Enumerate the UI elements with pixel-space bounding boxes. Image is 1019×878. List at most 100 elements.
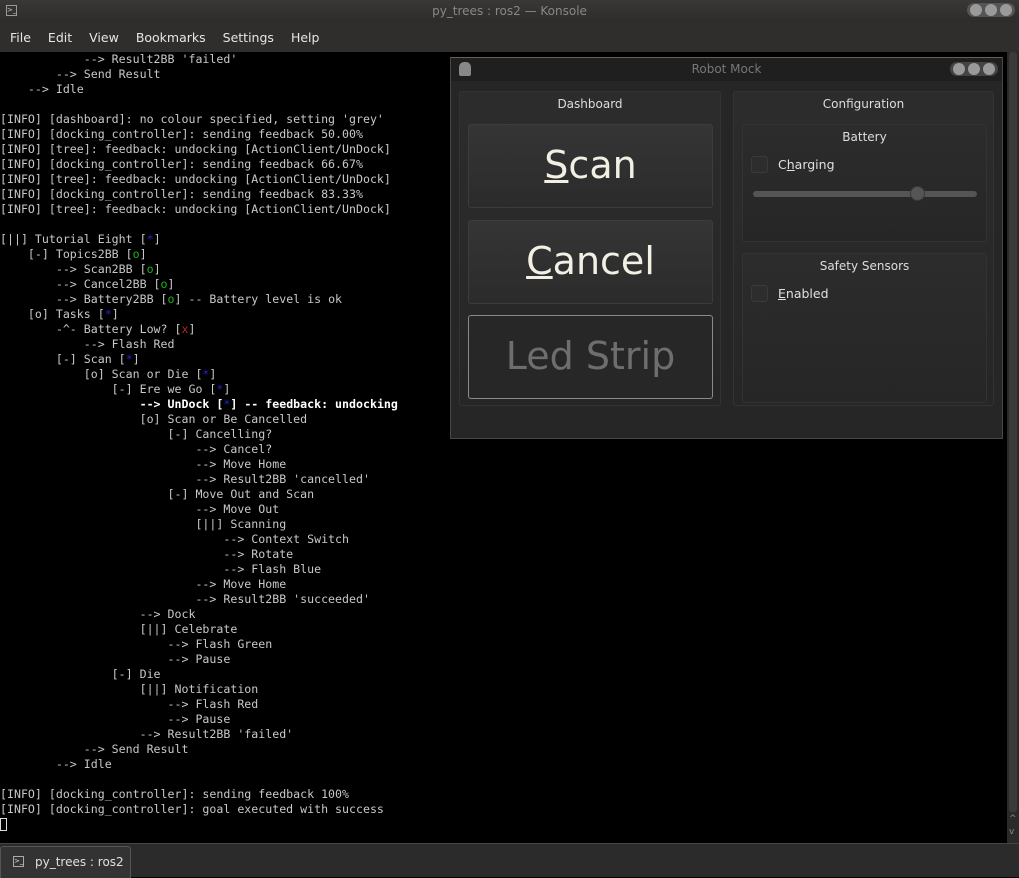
terminal-line: --> Move Home <box>0 577 1007 592</box>
terminal-line: [||] Scanning <box>0 517 1007 532</box>
enabled-checkbox[interactable]: Enabled <box>751 285 829 302</box>
terminal-text: --> Flash Green <box>0 637 273 651</box>
terminal-text: [-] Cancelling? <box>0 427 273 441</box>
terminal-text: [INFO] [docking_controller]: sending fee… <box>0 787 350 801</box>
tab-py-trees-ros2[interactable]: >_ py_trees : ros2 <box>0 846 131 878</box>
menu-edit[interactable]: Edit <box>40 30 80 45</box>
terminal-text: --> Result2BB 'failed' <box>0 52 238 66</box>
menu-view[interactable]: View <box>81 30 127 45</box>
slider-handle[interactable] <box>909 186 925 201</box>
menu-file[interactable]: File <box>2 30 39 45</box>
minimize-button[interactable] <box>953 63 965 75</box>
terminal-text: --> Idle <box>0 757 112 771</box>
terminal-line: [||] Notification <box>0 682 1007 697</box>
robot-icon <box>459 62 471 76</box>
terminal-scrollbar[interactable]: ^ v <box>1007 52 1019 843</box>
terminal-text: ] <box>188 322 196 336</box>
tab-bar: >_ py_trees : ros2 <box>0 843 1019 878</box>
scan-label: can <box>568 143 637 187</box>
menu-help[interactable]: Help <box>283 30 328 45</box>
terminal-text: [-] Topics2BB [ <box>0 247 133 261</box>
terminal-text: --> Flash Red <box>0 697 259 711</box>
terminal-line: --> Move Home <box>0 457 1007 472</box>
maximize-button[interactable] <box>968 63 980 75</box>
terminal-text: --> Send Result <box>0 67 161 81</box>
terminal-line: [||] Celebrate <box>0 622 1007 637</box>
terminal-line: --> Cancel? <box>0 442 1007 457</box>
charging-checkbox[interactable]: Charging <box>751 156 835 173</box>
terminal-text: [||] Celebrate <box>0 622 238 636</box>
led-strip-button[interactable]: Led Strip <box>468 315 713 399</box>
terminal-text: --> Pause <box>0 652 231 666</box>
checkbox-box[interactable] <box>751 285 768 302</box>
terminal-text: --> Result2BB 'failed' <box>0 727 294 741</box>
status-marker: ] -- feedback: undocking <box>230 397 398 411</box>
terminal-text: ] -- Battery level is ok <box>174 292 343 306</box>
menu-bar: File Edit View Bookmarks Settings Help <box>0 22 1019 52</box>
terminal-text: ] <box>153 262 161 276</box>
terminal-line: --> Flash Blue <box>0 562 1007 577</box>
robot-window-controls <box>950 62 998 76</box>
configuration-group: Configuration Battery Charging Safety Se… <box>733 91 994 406</box>
scroll-down-icon[interactable]: v <box>1009 827 1014 837</box>
safety-sensors-group: Safety Sensors Enabled <box>742 253 987 403</box>
terminal-line: --> Flash Red <box>0 697 1007 712</box>
terminal-text: --> Idle <box>0 82 84 96</box>
robot-mock-window: Robot Mock Dashboard Scan Cancel Led Str… <box>450 57 1003 439</box>
terminal-text: ] <box>209 367 217 381</box>
menu-bookmarks[interactable]: Bookmarks <box>128 30 214 45</box>
terminal-text: --> Cancel? <box>0 442 273 456</box>
terminal-line: --> Rotate <box>0 547 1007 562</box>
terminal-text: --> Result2BB 'cancelled' <box>0 472 370 486</box>
checkbox-box[interactable] <box>751 156 768 173</box>
status-marker: * <box>104 307 112 321</box>
terminal-text: [INFO] [tree]: feedback: undocking [Acti… <box>0 172 391 186</box>
terminal-text: [INFO] [docking_controller]: sending fee… <box>0 127 363 141</box>
close-button[interactable] <box>1000 4 1012 16</box>
scrollbar-thumb[interactable] <box>1009 52 1017 812</box>
status-marker: * <box>146 232 154 246</box>
terminal-text: --> Rotate <box>0 547 294 561</box>
terminal-text: [INFO] [docking_controller]: sending fee… <box>0 157 363 171</box>
terminal-line: --> Context Switch <box>0 532 1007 547</box>
terminal-text: [-] Move Out and Scan <box>0 487 315 501</box>
robot-mock-titlebar: Robot Mock <box>451 58 1002 81</box>
terminal-text: [INFO] [docking_controller]: sending fee… <box>0 187 363 201</box>
scroll-up-icon[interactable]: ^ <box>1009 814 1017 824</box>
menu-settings[interactable]: Settings <box>215 30 282 45</box>
terminal-text: [o] Tasks [ <box>0 307 105 321</box>
terminal-text: --> Send Result <box>0 742 189 756</box>
terminal-text: --> Move Home <box>0 577 287 591</box>
terminal-line: --> Flash Green <box>0 637 1007 652</box>
terminal-text: [||] Scanning <box>0 517 287 531</box>
terminal-text: ] <box>139 247 147 261</box>
battery-group: Battery Charging <box>742 124 987 242</box>
terminal-text: [INFO] [docking_controller]: goal execut… <box>0 802 384 816</box>
terminal-text: ] <box>167 277 175 291</box>
terminal-line: [INFO] [docking_controller]: sending fee… <box>0 787 1007 802</box>
enabled-label: Enabled <box>778 286 829 301</box>
robot-mock-title: Robot Mock <box>691 62 762 76</box>
terminal-text: [||] Tutorial Eight [ <box>0 232 147 246</box>
configuration-title: Configuration <box>822 97 905 111</box>
terminal-text: --> Pause <box>0 712 231 726</box>
terminal-text: --> Flash Red <box>0 337 175 351</box>
terminal-text: ] <box>153 232 161 246</box>
maximize-button[interactable] <box>985 4 997 16</box>
minimize-button[interactable] <box>970 4 982 16</box>
status-marker: o <box>160 277 168 291</box>
scan-button[interactable]: Scan <box>468 124 713 208</box>
terminal-text: [-] Scan [ <box>0 352 126 366</box>
status-marker: o <box>132 247 140 261</box>
terminal-text: --> Cancel2BB [ <box>0 277 161 291</box>
battery-level-slider[interactable] <box>753 186 977 201</box>
close-button[interactable] <box>983 63 995 75</box>
terminal-text: [-] Ere we Go [ <box>0 382 217 396</box>
cancel-button[interactable]: Cancel <box>468 220 713 304</box>
terminal-line: --> Dock <box>0 607 1007 622</box>
terminal-line: --> Pause <box>0 712 1007 727</box>
terminal-icon: >_ <box>6 5 17 16</box>
terminal-text: [-] Die <box>0 667 161 681</box>
terminal-text: --> Flash Blue <box>0 562 322 576</box>
